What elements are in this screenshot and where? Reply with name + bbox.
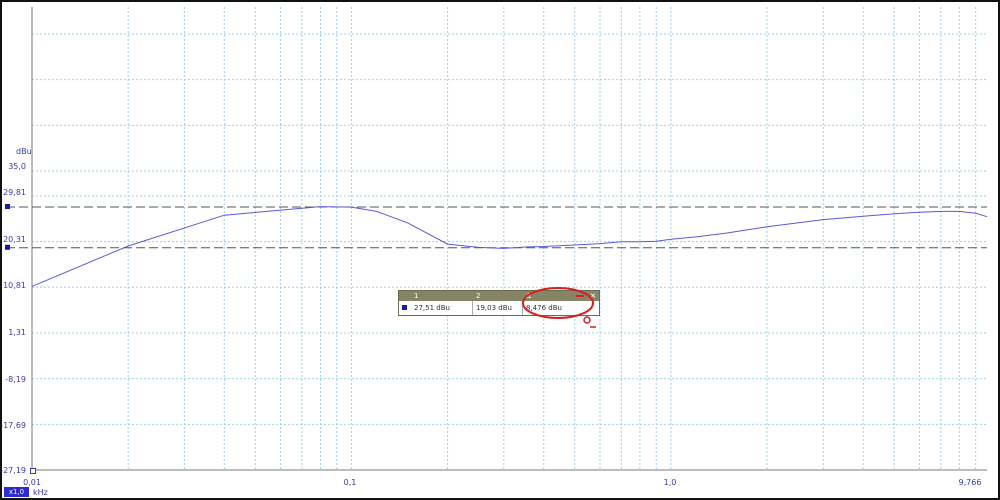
readout-value-cursor-2: 19,03 dBu bbox=[473, 301, 523, 315]
cursor-handle-2 bbox=[5, 244, 10, 250]
zoom-corner-handle[interactable] bbox=[30, 468, 36, 474]
x-tick-label: 0,01 bbox=[23, 478, 41, 487]
y-tick-label: 10,81 bbox=[3, 281, 26, 290]
y-tick-label: 35,0 bbox=[8, 162, 26, 171]
cursor-handle-1 bbox=[5, 204, 10, 210]
y-tick-label: -8,19 bbox=[5, 375, 26, 384]
readout-header-delta: Δ bbox=[526, 292, 531, 300]
y-tick-label: -17,69 bbox=[0, 421, 26, 430]
y-tick-label: 29,81 bbox=[3, 188, 26, 197]
y-tick-label: 1,31 bbox=[8, 328, 26, 337]
cursor-marker-icon bbox=[402, 305, 407, 310]
x-tick-label: 0,1 bbox=[343, 478, 357, 487]
y-tick-label: 20,31 bbox=[3, 235, 26, 244]
response-curve bbox=[31, 206, 988, 287]
y-tick-label: -27,19 bbox=[0, 466, 26, 475]
readout-header-cursor-1: 1 bbox=[414, 292, 419, 300]
readout-header-cursor-2: 2 bbox=[476, 292, 481, 300]
analyzer-window: dBu 35,0 29,81 20,31 10,81 1,31 -8,19 -1… bbox=[0, 0, 1000, 500]
cursor-readout-panel[interactable]: 1 2 Δ × 27,51 dBu 19,03 dBu 8,476 dBu bbox=[398, 290, 600, 316]
x-tick-label: 9,766 bbox=[958, 478, 982, 487]
y-unit-label: dBu bbox=[16, 147, 32, 156]
readout-value-cursor-1: 27,51 dBu bbox=[411, 301, 473, 315]
close-icon[interactable]: × bbox=[589, 291, 597, 301]
zoom-badge[interactable]: x1,0 bbox=[4, 487, 29, 497]
x-unit-label: kHz bbox=[33, 488, 48, 497]
readout-value-delta: 8,476 dBu bbox=[526, 304, 562, 312]
response-plot[interactable] bbox=[2, 2, 998, 498]
x-tick-label: 1,0 bbox=[663, 478, 677, 487]
